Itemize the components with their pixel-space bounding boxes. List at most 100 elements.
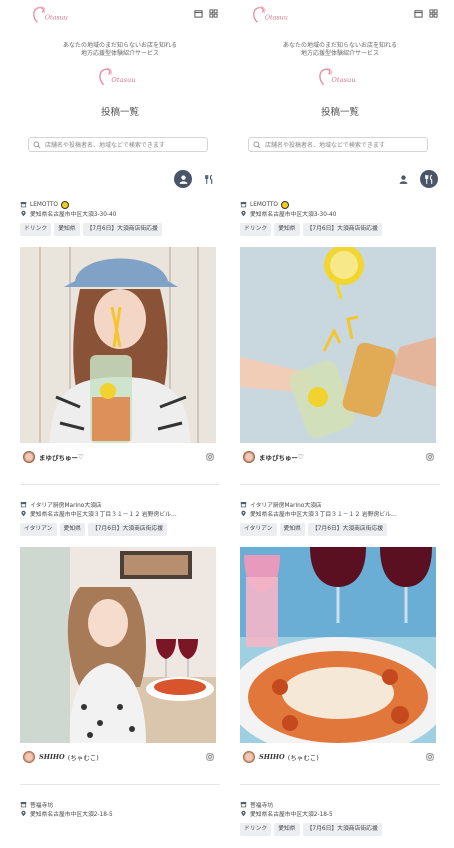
divider	[240, 784, 440, 785]
shop-name-row: 菩福寺坊	[20, 800, 220, 809]
address-row: 愛知県名古屋市中区大須３丁目３１－１２ 岩野房ビル…	[240, 509, 440, 518]
post-card[interactable]: イタリア厨房Marino大須店 愛知県名古屋市中区大須３丁目３１－１２ 岩野房ビ…	[20, 500, 220, 767]
author-name: SHIHO	[259, 753, 285, 761]
tagline: あなたの地域のまだ知らないお店を知れる 地方応援型体験紹介サービス	[232, 42, 448, 58]
post-card[interactable]: LEMOTTO 愛知県名古屋市中区大須3-30-40 ドリンク 愛知県 【7月6…	[240, 200, 440, 467]
store-icon	[20, 801, 27, 808]
instagram-icon[interactable]	[426, 453, 434, 461]
tag[interactable]: イタリアン	[20, 523, 57, 536]
lemon-icon	[61, 200, 69, 209]
post-card[interactable]: イタリア厨房Marino大須店 愛知県名古屋市中区大須３丁目３１－１２ 岩野房ビ…	[240, 500, 440, 767]
author-name: まゆぴちゅー	[39, 454, 78, 462]
tagline-line-2: 地方応援型体験紹介サービス	[80, 50, 159, 57]
tag-list: イタリアン 愛知県 【7月6日】大須商店街応援	[20, 523, 220, 536]
post-author[interactable]: まゆぴちゅー ♡	[20, 447, 220, 467]
top-bar	[12, 4, 228, 26]
post-author[interactable]: SHIHO (ちゃむこ)	[20, 747, 220, 767]
search-input[interactable]: 店舗名や投稿者名、地域などで検索できます	[28, 137, 208, 152]
tag[interactable]: ドリンク	[240, 223, 272, 236]
calendar-icon[interactable]	[194, 9, 203, 18]
divider	[20, 484, 220, 485]
avatar	[23, 451, 35, 463]
address-row: 愛知県名古屋市中区大須2-18-5	[20, 809, 220, 818]
post-photo[interactable]	[20, 247, 216, 443]
tagline: あなたの地域のまだ知らないお店を知れる 地方応援型体験紹介サービス	[12, 42, 228, 58]
logo[interactable]	[30, 4, 76, 26]
page-title: 投稿一覧	[100, 107, 139, 118]
instagram-icon[interactable]	[206, 453, 214, 461]
tag-list: ドリンク 愛知県 【7月6日】大須商店街応援	[20, 223, 220, 236]
shop-name[interactable]: 菩福寺坊	[30, 800, 53, 809]
tag[interactable]: ドリンク	[20, 223, 52, 236]
tag[interactable]: 【7月6日】大須商店街応援	[302, 823, 382, 836]
logo[interactable]	[250, 4, 296, 26]
shop-address: 愛知県名古屋市中区大須3-30-40	[30, 212, 117, 218]
view-toggle	[394, 170, 438, 188]
page-title: 投稿一覧	[320, 107, 359, 118]
tag[interactable]: 【7月6日】大須商店街応援	[307, 523, 388, 536]
divider	[240, 484, 440, 485]
tag[interactable]: 愛知県	[54, 223, 80, 236]
search-input[interactable]: 店舗名や投稿者名、地域などで検索できます	[248, 137, 428, 152]
search-placeholder: 店舗名や投稿者名、地域などで検索できます	[265, 142, 385, 149]
grid-icon[interactable]	[209, 9, 218, 18]
tagline-line-2: 地方応援型体験紹介サービス	[300, 50, 379, 57]
shop-name-row: LEMOTTO	[20, 200, 220, 209]
tag[interactable]: 愛知県	[279, 523, 305, 536]
tag[interactable]: 【7月6日】大須商店街応援	[82, 223, 162, 236]
shop-name-row: LEMOTTO	[240, 200, 440, 209]
hero-logo	[316, 64, 364, 90]
calendar-icon[interactable]	[414, 9, 423, 18]
post-photo[interactable]	[240, 247, 436, 443]
shop-address: 愛知県名古屋市中区大須2-18-5	[250, 812, 333, 818]
location-pin-icon	[240, 510, 247, 517]
user-view-button[interactable]	[174, 170, 192, 188]
shop-view-button[interactable]	[420, 170, 438, 188]
shop-name-row: イタリア厨房Marino大須店	[240, 500, 440, 509]
left-screen: あなたの地域のまだ知らないお店を知れる 地方応援型体験紹介サービス 投稿一覧 店…	[12, 0, 228, 848]
shop-name-row: 菩福寺坊	[240, 800, 440, 809]
user-view-button[interactable]	[394, 170, 412, 188]
shop-name[interactable]: イタリア厨房Marino大須店	[250, 500, 322, 509]
avatar	[23, 751, 35, 763]
shop-name[interactable]: LEMOTTO	[250, 202, 278, 208]
search-placeholder: 店舗名や投稿者名、地域などで検索できます	[45, 142, 165, 149]
post-author[interactable]: SHIHO (ちゃむこ)	[240, 747, 440, 767]
author-suffix: (ちゃむこ)	[67, 754, 99, 762]
post-author[interactable]: まゆぴちゅー ♡	[240, 447, 440, 467]
tag[interactable]: イタリアン	[240, 523, 277, 536]
tagline-line-1: あなたの地域のまだ知らないお店を知れる	[62, 42, 177, 49]
location-pin-icon	[20, 210, 27, 217]
post-photo[interactable]	[240, 547, 436, 743]
shop-name[interactable]: LEMOTTO	[30, 202, 58, 208]
shop-view-button[interactable]	[200, 170, 218, 188]
user-icon	[179, 174, 187, 184]
avatar	[243, 751, 255, 763]
shop-address: 愛知県名古屋市中区大須３丁目３１－１２ 岩野房ビル…	[250, 512, 397, 518]
post-photo[interactable]	[20, 547, 216, 743]
tag[interactable]: 【7月6日】大須商店街応援	[302, 223, 382, 236]
fork-knife-icon	[204, 174, 212, 184]
shop-name[interactable]: 菩福寺坊	[250, 800, 273, 809]
top-bar	[232, 4, 448, 26]
author-suffix: ♡	[298, 453, 304, 461]
shop-address: 愛知県名古屋市中区大須2-18-5	[30, 812, 113, 818]
post-card[interactable]: 菩福寺坊 愛知県名古屋市中区大須2-18-5	[20, 800, 220, 818]
tag[interactable]: 【7月6日】大須商店街応援	[87, 523, 168, 536]
shop-name[interactable]: イタリア厨房Marino大須店	[30, 500, 102, 509]
hero-logo	[96, 64, 144, 90]
post-card[interactable]: 菩福寺坊 愛知県名古屋市中区大須2-18-5 ドリンク 愛知県 【7月6日】大須…	[240, 800, 440, 836]
tag[interactable]: ドリンク	[240, 823, 272, 836]
right-screen: あなたの地域のまだ知らないお店を知れる 地方応援型体験紹介サービス 投稿一覧 店…	[232, 0, 448, 848]
grid-icon[interactable]	[429, 9, 438, 18]
instagram-icon[interactable]	[206, 753, 214, 761]
fork-knife-icon	[424, 174, 432, 184]
post-card[interactable]: LEMOTTO 愛知県名古屋市中区大須3-30-40 ドリンク 愛知県 【7月6…	[20, 200, 220, 467]
shop-name-row: イタリア厨房Marino大須店	[20, 500, 220, 509]
tag[interactable]: 愛知県	[59, 523, 85, 536]
tag[interactable]: 愛知県	[274, 223, 300, 236]
tag[interactable]: 愛知県	[274, 823, 300, 836]
store-icon	[20, 201, 27, 208]
instagram-icon[interactable]	[426, 753, 434, 761]
view-toggle	[174, 170, 218, 188]
